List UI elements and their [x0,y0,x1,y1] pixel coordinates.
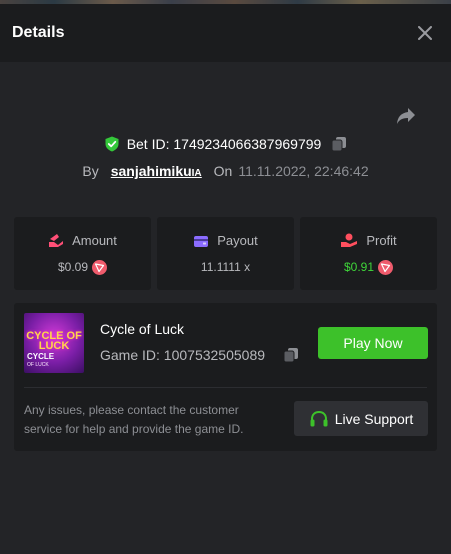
game-thumbnail[interactable]: CYCLE OF LUCK CYCLE OF LUCK [24,313,84,373]
copy-bet-id-button[interactable] [331,136,347,152]
game-id: Game ID: 1007532505089 [100,347,266,363]
by-label: By [82,163,99,179]
copy-icon [283,348,299,363]
username-suffix: IA [191,168,202,179]
profit-icon [341,233,358,247]
bet-stats: Amount $0.09 Payout 11.1111 x Profit $0.… [14,217,437,290]
bet-id: Bet ID: 1749234066387969799 [126,136,322,152]
live-support-label: Live Support [334,410,414,427]
stat-profit: Profit $0.91 [300,217,437,290]
close-icon [418,26,432,40]
close-button[interactable] [413,21,437,45]
username: sanjahimiku [110,163,192,179]
verified-shield-icon [105,136,119,152]
amount-icon [49,234,64,247]
bet-meta-row: By sanjahimikuIA On 11.11.2022, 22:46:42 [0,162,451,180]
dialog-title: Details [12,24,65,41]
copy-game-id-button[interactable] [283,347,299,363]
stat-amount-label: Amount [72,232,117,248]
share-icon [397,108,415,124]
divider [24,387,427,388]
stat-payout-label: Payout [217,233,258,248]
stat-payout: Payout 11.1111 x [157,217,294,290]
dialog-header: Details [0,4,451,62]
thumbnail-caption: OF LUCK [27,362,49,368]
thumbnail-logo: CYCLE OF LUCK [26,330,82,352]
copy-icon [331,137,347,152]
stat-amount: Amount $0.09 [14,217,151,290]
game-id-row: Game ID: 1007532505089 [100,347,299,363]
bet-id-row: Bet ID: 1749234066387969799 [0,134,451,154]
bet-datetime: 11.11.2022, 22:46:42 [238,163,369,179]
tron-coin-icon [92,259,108,275]
stat-payout-value: 11.1111 x [200,260,251,274]
stat-profit-value: $0.91 [343,260,375,274]
live-support-button[interactable]: Live Support [294,401,428,436]
game-card: CYCLE OF LUCK CYCLE OF LUCK Cycle of Luc… [14,303,437,451]
stat-amount-value: $0.09 [57,260,89,274]
stat-profit-label: Profit [366,232,397,248]
on-label: On [213,163,233,179]
username-link[interactable]: sanjahimikuIA [111,163,202,179]
game-name: Cycle of Luck [100,321,185,337]
wallet-icon [194,235,209,247]
play-now-button[interactable]: Play Now [318,327,428,359]
tron-coin-icon [378,259,394,275]
support-message: Any issues, please contact the customer … [24,403,244,436]
headset-icon [310,410,328,426]
thumbnail-subtitle: CYCLE [27,352,55,361]
share-button[interactable] [394,104,418,128]
